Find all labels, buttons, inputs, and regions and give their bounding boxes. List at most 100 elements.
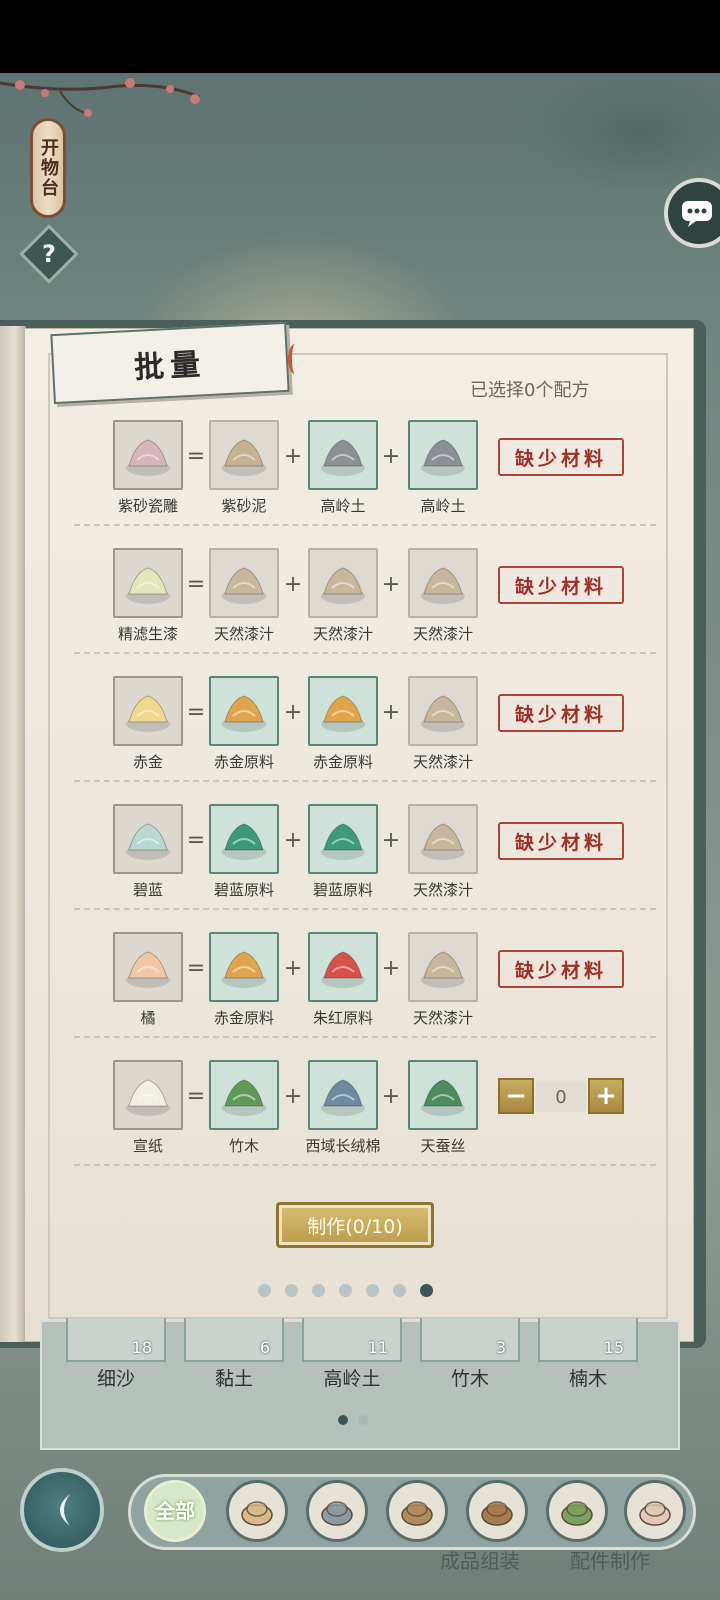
- result-label: 橘: [140, 1009, 156, 1027]
- make-button[interactable]: 制作(0/10): [276, 1202, 434, 1248]
- ingredient-label: 天然漆汁: [412, 881, 473, 899]
- ingredient-label: 竹木: [228, 1137, 259, 1155]
- workshop-title: 开物台: [38, 138, 59, 198]
- inventory-item[interactable]: 18: [66, 1318, 176, 1368]
- plus-sign: +: [381, 572, 401, 597]
- page-dot[interactable]: [285, 1284, 298, 1297]
- status-bar: [0, 0, 720, 73]
- ingredient-label: 天然漆汁: [412, 753, 473, 771]
- back-button[interactable]: [20, 1468, 104, 1552]
- quantity-value: 0: [536, 1082, 586, 1112]
- category-paper-button[interactable]: [624, 1480, 686, 1542]
- lacquer-tree-icon: [222, 567, 266, 604]
- plus-sign: +: [381, 956, 401, 981]
- lacquer-tree-icon: [421, 823, 465, 860]
- row-divider: [74, 1164, 656, 1166]
- row-divider: [74, 908, 656, 910]
- plus-sign: +: [381, 1084, 401, 1109]
- inventory-label: 细沙: [96, 1368, 135, 1390]
- ingredient-slot[interactable]: [308, 1060, 378, 1130]
- page-dot[interactable]: [339, 1284, 352, 1297]
- item-count: 11: [367, 1338, 388, 1357]
- inventory-item[interactable]: 3: [420, 1318, 530, 1368]
- ingredient-slot[interactable]: [308, 420, 378, 490]
- plus-sign: +: [381, 828, 401, 853]
- result-slot[interactable]: [113, 548, 183, 618]
- paper-scroll-icon: [126, 1079, 170, 1116]
- page-dot[interactable]: [312, 1284, 325, 1297]
- ingredient-slot[interactable]: [209, 932, 279, 1002]
- result-label: 精滤生漆: [117, 625, 178, 643]
- ingredient-slot[interactable]: [209, 420, 279, 490]
- result-slot[interactable]: [113, 804, 183, 874]
- panel-title-tag: 批量: [50, 321, 290, 405]
- page-dot[interactable]: [366, 1284, 379, 1297]
- ingredient-label: 高岭土: [320, 497, 366, 515]
- cotton-icon: [321, 1079, 365, 1116]
- ingredient-slot[interactable]: [408, 932, 478, 1002]
- inventory-thumb: 18: [66, 1318, 166, 1362]
- equals-sign: =: [186, 700, 206, 725]
- ingredient-slot[interactable]: [308, 804, 378, 874]
- item-count: 15: [603, 1338, 624, 1357]
- result-slot[interactable]: [113, 932, 183, 1002]
- ingredient-label: 西域长绒棉: [305, 1137, 381, 1155]
- quantity-stepper: −0 +: [498, 1078, 626, 1116]
- ingredient-slot[interactable]: [408, 1060, 478, 1130]
- category-wood-button[interactable]: [386, 1480, 448, 1542]
- ingredient-label: 天然漆汁: [312, 625, 373, 643]
- item-count: 3: [495, 1338, 506, 1357]
- recipe-row: 精滤生漆 = + + 天然漆汁 天然漆汁 天然漆汁 缺少材料: [0, 548, 720, 678]
- page-dot[interactable]: [258, 1284, 271, 1297]
- tag-string: [288, 344, 302, 374]
- inventory-item[interactable]: 11: [302, 1318, 412, 1368]
- inventory-item[interactable]: 15: [538, 1318, 648, 1368]
- ingredient-slot[interactable]: [308, 932, 378, 1002]
- ingredient-slot[interactable]: [408, 804, 478, 874]
- plus-sign: +: [381, 444, 401, 469]
- inventory-item[interactable]: 6: [184, 1318, 294, 1368]
- equals-sign: =: [186, 444, 206, 469]
- ingredient-slot[interactable]: [209, 1060, 279, 1130]
- category-stone-button[interactable]: [306, 1480, 368, 1542]
- ingredient-label: 赤金原料: [213, 753, 274, 771]
- gold-powder-icon: [222, 951, 266, 988]
- ingredient-slot[interactable]: [209, 804, 279, 874]
- ingredient-slot[interactable]: [308, 548, 378, 618]
- category-fabric-button[interactable]: [226, 1480, 288, 1542]
- ingredient-slot[interactable]: [209, 676, 279, 746]
- item-count: 18: [131, 1338, 152, 1357]
- plus-sign: +: [283, 956, 303, 981]
- ingredient-slot[interactable]: [408, 548, 478, 618]
- ingredient-slot[interactable]: [209, 548, 279, 618]
- equals-sign: =: [186, 1084, 206, 1109]
- ingredient-slot[interactable]: [408, 676, 478, 746]
- ingredient-slot[interactable]: [408, 420, 478, 490]
- paper-icon: [639, 1501, 671, 1526]
- decrease-button[interactable]: −: [498, 1078, 534, 1114]
- ingredient-label: 碧蓝原料: [312, 881, 373, 899]
- page-dot[interactable]: [420, 1284, 433, 1297]
- category-all-button[interactable]: 全部: [144, 1480, 206, 1542]
- inventory-label: 竹木: [450, 1368, 489, 1390]
- missing-materials-stamp: 缺少材料: [498, 694, 624, 732]
- recipe-row: 紫砂瓷雕 = + + 紫砂泥 高岭土 高岭土 缺少材料: [0, 420, 720, 550]
- inventory-label: 楠木: [568, 1368, 607, 1390]
- ingredient-label: 朱红原料: [312, 1009, 373, 1027]
- result-slot[interactable]: [113, 676, 183, 746]
- ingredient-label: 天然漆汁: [412, 1009, 473, 1027]
- ingredient-slot[interactable]: [308, 676, 378, 746]
- increase-button[interactable]: +: [588, 1078, 624, 1114]
- result-slot[interactable]: [113, 1060, 183, 1130]
- equals-sign: =: [186, 828, 206, 853]
- result-slot[interactable]: [113, 420, 183, 490]
- fabric-icon: [241, 1501, 273, 1526]
- tree-canopy: [520, 73, 720, 193]
- workshop-banner: 开物台: [30, 118, 66, 218]
- gold-cups-icon: [126, 695, 170, 732]
- category-paint-button[interactable]: [546, 1480, 608, 1542]
- page-dot[interactable]: [393, 1284, 406, 1297]
- chat-bubble-icon: [682, 201, 712, 227]
- ingredient-label: 天然漆汁: [412, 625, 473, 643]
- category-soil-button[interactable]: [466, 1480, 528, 1542]
